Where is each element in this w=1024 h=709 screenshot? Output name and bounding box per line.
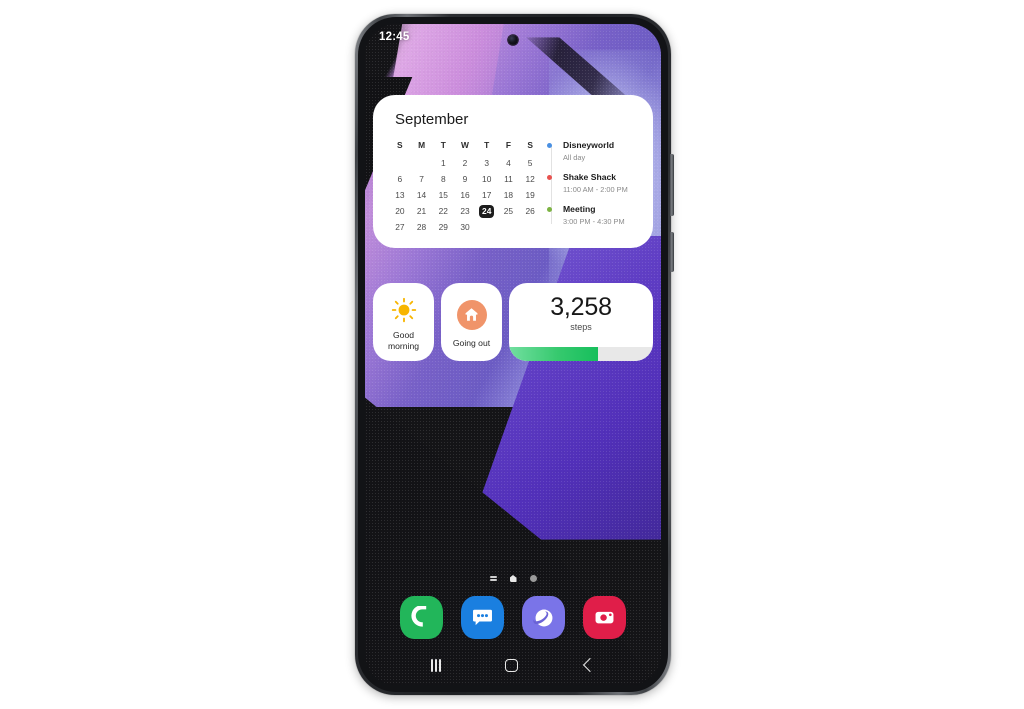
event-title: Disneyworld [563,140,615,150]
calendar-day-header: S [397,140,403,150]
calendar-grid-wrapper: S M T W T F S 1 2 3 4 5 6 7 8 9 10 11 12 13 14 15 16 17 18 19 20 21… [389,140,541,234]
calendar-day[interactable]: 26 [519,204,541,218]
calendar-day[interactable]: 9 [454,172,476,186]
calendar-event[interactable]: Disneyworld All day [547,140,637,163]
steps-progress-track [509,347,653,361]
app-icon-camera[interactable] [583,596,626,639]
navigation-bar [365,645,661,685]
event-title: Meeting [563,204,596,214]
steps-progress-fill [509,347,599,361]
calendar-day[interactable]: 3 [476,156,498,170]
calendar-day[interactable]: 4 [498,156,520,170]
calendar-day[interactable]: 22 [432,204,454,218]
recents-icon[interactable] [430,658,442,672]
routine-icon-circle [456,299,487,330]
weather-label-line2: morning [387,340,420,351]
weather-widget-label: Good morning [388,330,419,352]
calendar-day[interactable]: 19 [519,188,541,202]
calendar-day[interactable]: 25 [498,204,520,218]
calendar-day[interactable]: 29 [432,220,454,234]
calendar-day-header: M [418,140,426,150]
event-timeline-rail [550,146,552,224]
phone-icon [410,605,426,627]
phone-device: 12:45 September S M T W T F S 1 2 3 4 5 6 7 8 9 10 11 12 13… [355,14,674,695]
calendar-day[interactable]: 23 [454,204,476,218]
calendar-day[interactable]: 17 [476,188,498,202]
sun-icon [391,297,416,322]
calendar-day[interactable]: 11 [498,172,520,186]
calendar-event-list[interactable]: Disneyworld All day Shake Shack 11:00 AM - … [547,140,637,234]
calendar-day[interactable]: 27 [389,220,411,234]
page-indicator [365,575,661,582]
calendar-widget[interactable]: September S M T W T F S 1 2 3 4 5 6 7 8 9 10 11 12 13 14 15 16… [373,95,653,248]
routine-widget-label: Going out [452,337,491,348]
calendar-day-header: S [527,140,533,150]
calendar-day[interactable]: 13 [389,188,411,202]
event-time: All day [563,153,586,162]
power-button[interactable] [670,232,674,272]
calendar-day[interactable]: 21 [411,204,433,218]
weather-widget[interactable]: Good morning [373,283,434,361]
event-title: Shake Shack [563,172,617,182]
front-camera-punch-hole [508,35,518,45]
event-color-dot [547,175,552,180]
volume-button[interactable] [670,154,674,216]
calendar-day-today[interactable]: 24 [476,204,498,218]
widget-row: Good morning Going out 3,258 steps [373,283,653,361]
app-icon-phone[interactable] [400,596,443,639]
home-page-icon[interactable] [509,575,517,582]
calendar-day[interactable]: 2 [454,156,476,170]
calendar-day-header: W [461,140,469,150]
event-color-dot [547,207,552,212]
calendar-day[interactable]: 8 [432,172,454,186]
calendar-day[interactable]: 7 [411,172,433,186]
calendar-day[interactable]: 20 [389,204,411,218]
calendar-day[interactable]: 15 [432,188,454,202]
status-bar-clock: 12:45 [379,31,410,43]
camera-icon [595,611,614,624]
steps-unit: steps [570,322,592,332]
steps-widget[interactable]: 3,258 steps [509,283,653,361]
calendar-day[interactable]: 14 [411,188,433,202]
calendar-day[interactable]: 30 [454,220,476,234]
home-icon [465,308,478,321]
steps-count: 3,258 [550,293,612,321]
calendar-day[interactable]: 10 [476,172,498,186]
routine-widget[interactable]: Going out [441,283,502,361]
browser-icon [532,609,552,626]
app-icon-browser[interactable] [522,596,565,639]
event-color-dot [547,143,552,148]
calendar-day[interactable]: 6 [389,172,411,186]
calendar-day[interactable]: 18 [498,188,520,202]
home-icon-nav[interactable] [505,658,519,672]
calendar-event[interactable]: Meeting 3:00 PM - 4:30 PM [547,204,637,227]
weather-label-line1: Good [392,329,415,340]
calendar-day[interactable]: 28 [411,220,433,234]
calendar-day-empty [411,156,433,170]
phone-screen: 12:45 September S M T W T F S 1 2 3 4 5 6 7 8 9 10 11 12 13… [365,24,661,685]
app-icon-messages[interactable] [461,596,504,639]
calendar-grid[interactable]: S M T W T F S 1 2 3 4 5 6 7 8 9 10 11 12 13 14 15 16 17 18 19 20 21… [389,140,541,234]
calendar-day[interactable]: 1 [432,156,454,170]
page-dot[interactable] [529,575,537,582]
calendar-day-header: F [505,140,511,150]
event-time: 11:00 AM - 2:00 PM [563,185,628,194]
calendar-day[interactable]: 5 [519,156,541,170]
event-time: 3:00 PM - 4:30 PM [563,217,625,226]
calendar-event[interactable]: Shake Shack 11:00 AM - 2:00 PM [547,172,637,195]
calendar-day-empty [389,156,411,170]
calendar-day[interactable]: 12 [519,172,541,186]
calendar-day[interactable]: 16 [454,188,476,202]
messages-icon [473,609,492,626]
calendar-month-title: September [395,111,469,128]
back-icon[interactable] [582,657,598,673]
calendar-day-header: T [484,140,490,150]
list-icon[interactable] [489,576,497,581]
dock [365,596,661,639]
calendar-day-header: T [440,140,446,150]
